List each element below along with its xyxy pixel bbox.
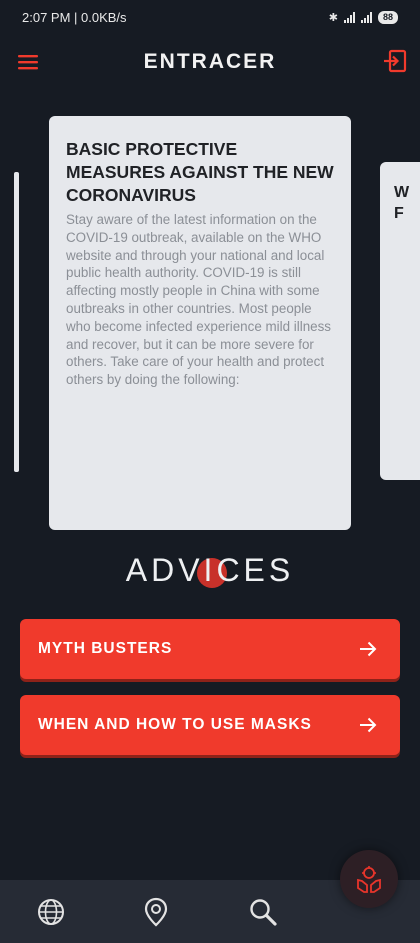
search-icon [250, 899, 277, 926]
logout-icon [384, 49, 407, 73]
card-title: BASIC PROTECTIVE MEASURES AGAINST THE NE… [66, 139, 334, 205]
bluetooth-icon: ✱ [328, 11, 338, 24]
signal-icon [343, 11, 355, 23]
advice-carousel[interactable]: BASIC PROTECTIVE MEASURES AGAINST THE NE… [0, 110, 420, 540]
next-card-title: W F [394, 184, 410, 222]
next-card[interactable]: W F [380, 162, 420, 480]
masks-label: WHEN AND HOW TO USE MASKS [38, 716, 312, 733]
status-icons: ✱ 88 [328, 10, 398, 24]
app-bar: ENTRACER [0, 40, 420, 84]
advice-card[interactable]: BASIC PROTECTIVE MEASURES AGAINST THE NE… [49, 116, 351, 530]
arrow-right-icon [360, 641, 377, 657]
nav-location-button[interactable] [140, 896, 172, 928]
nav-globe-button[interactable] [35, 896, 67, 928]
myth-busters-button[interactable]: MYTH BUSTERS [20, 619, 400, 679]
nav-search-button[interactable] [247, 896, 279, 928]
virus-info-fab[interactable] [340, 850, 398, 908]
section-heading: ADVICES [125, 552, 295, 588]
myth-busters-label: MYTH BUSTERS [38, 640, 173, 657]
app-title: ENTRACER [143, 50, 277, 73]
card-body: Stay aware of the latest information on … [66, 212, 331, 388]
previous-card[interactable] [14, 172, 19, 472]
globe-icon [38, 899, 64, 925]
hands-virus-icon [357, 866, 381, 893]
logout-button[interactable] [382, 48, 408, 74]
battery-indicator: 88 [377, 10, 398, 24]
location-pin-icon [144, 897, 168, 927]
status-bar: 2:07 PM | 0.0KB/s ✱ 88 [0, 0, 420, 34]
signal-icon-2 [360, 11, 372, 23]
masks-button[interactable]: WHEN AND HOW TO USE MASKS [20, 695, 400, 755]
arrow-right-icon [360, 717, 377, 733]
status-time: 2:07 PM | 0.0KB/s [22, 9, 127, 25]
